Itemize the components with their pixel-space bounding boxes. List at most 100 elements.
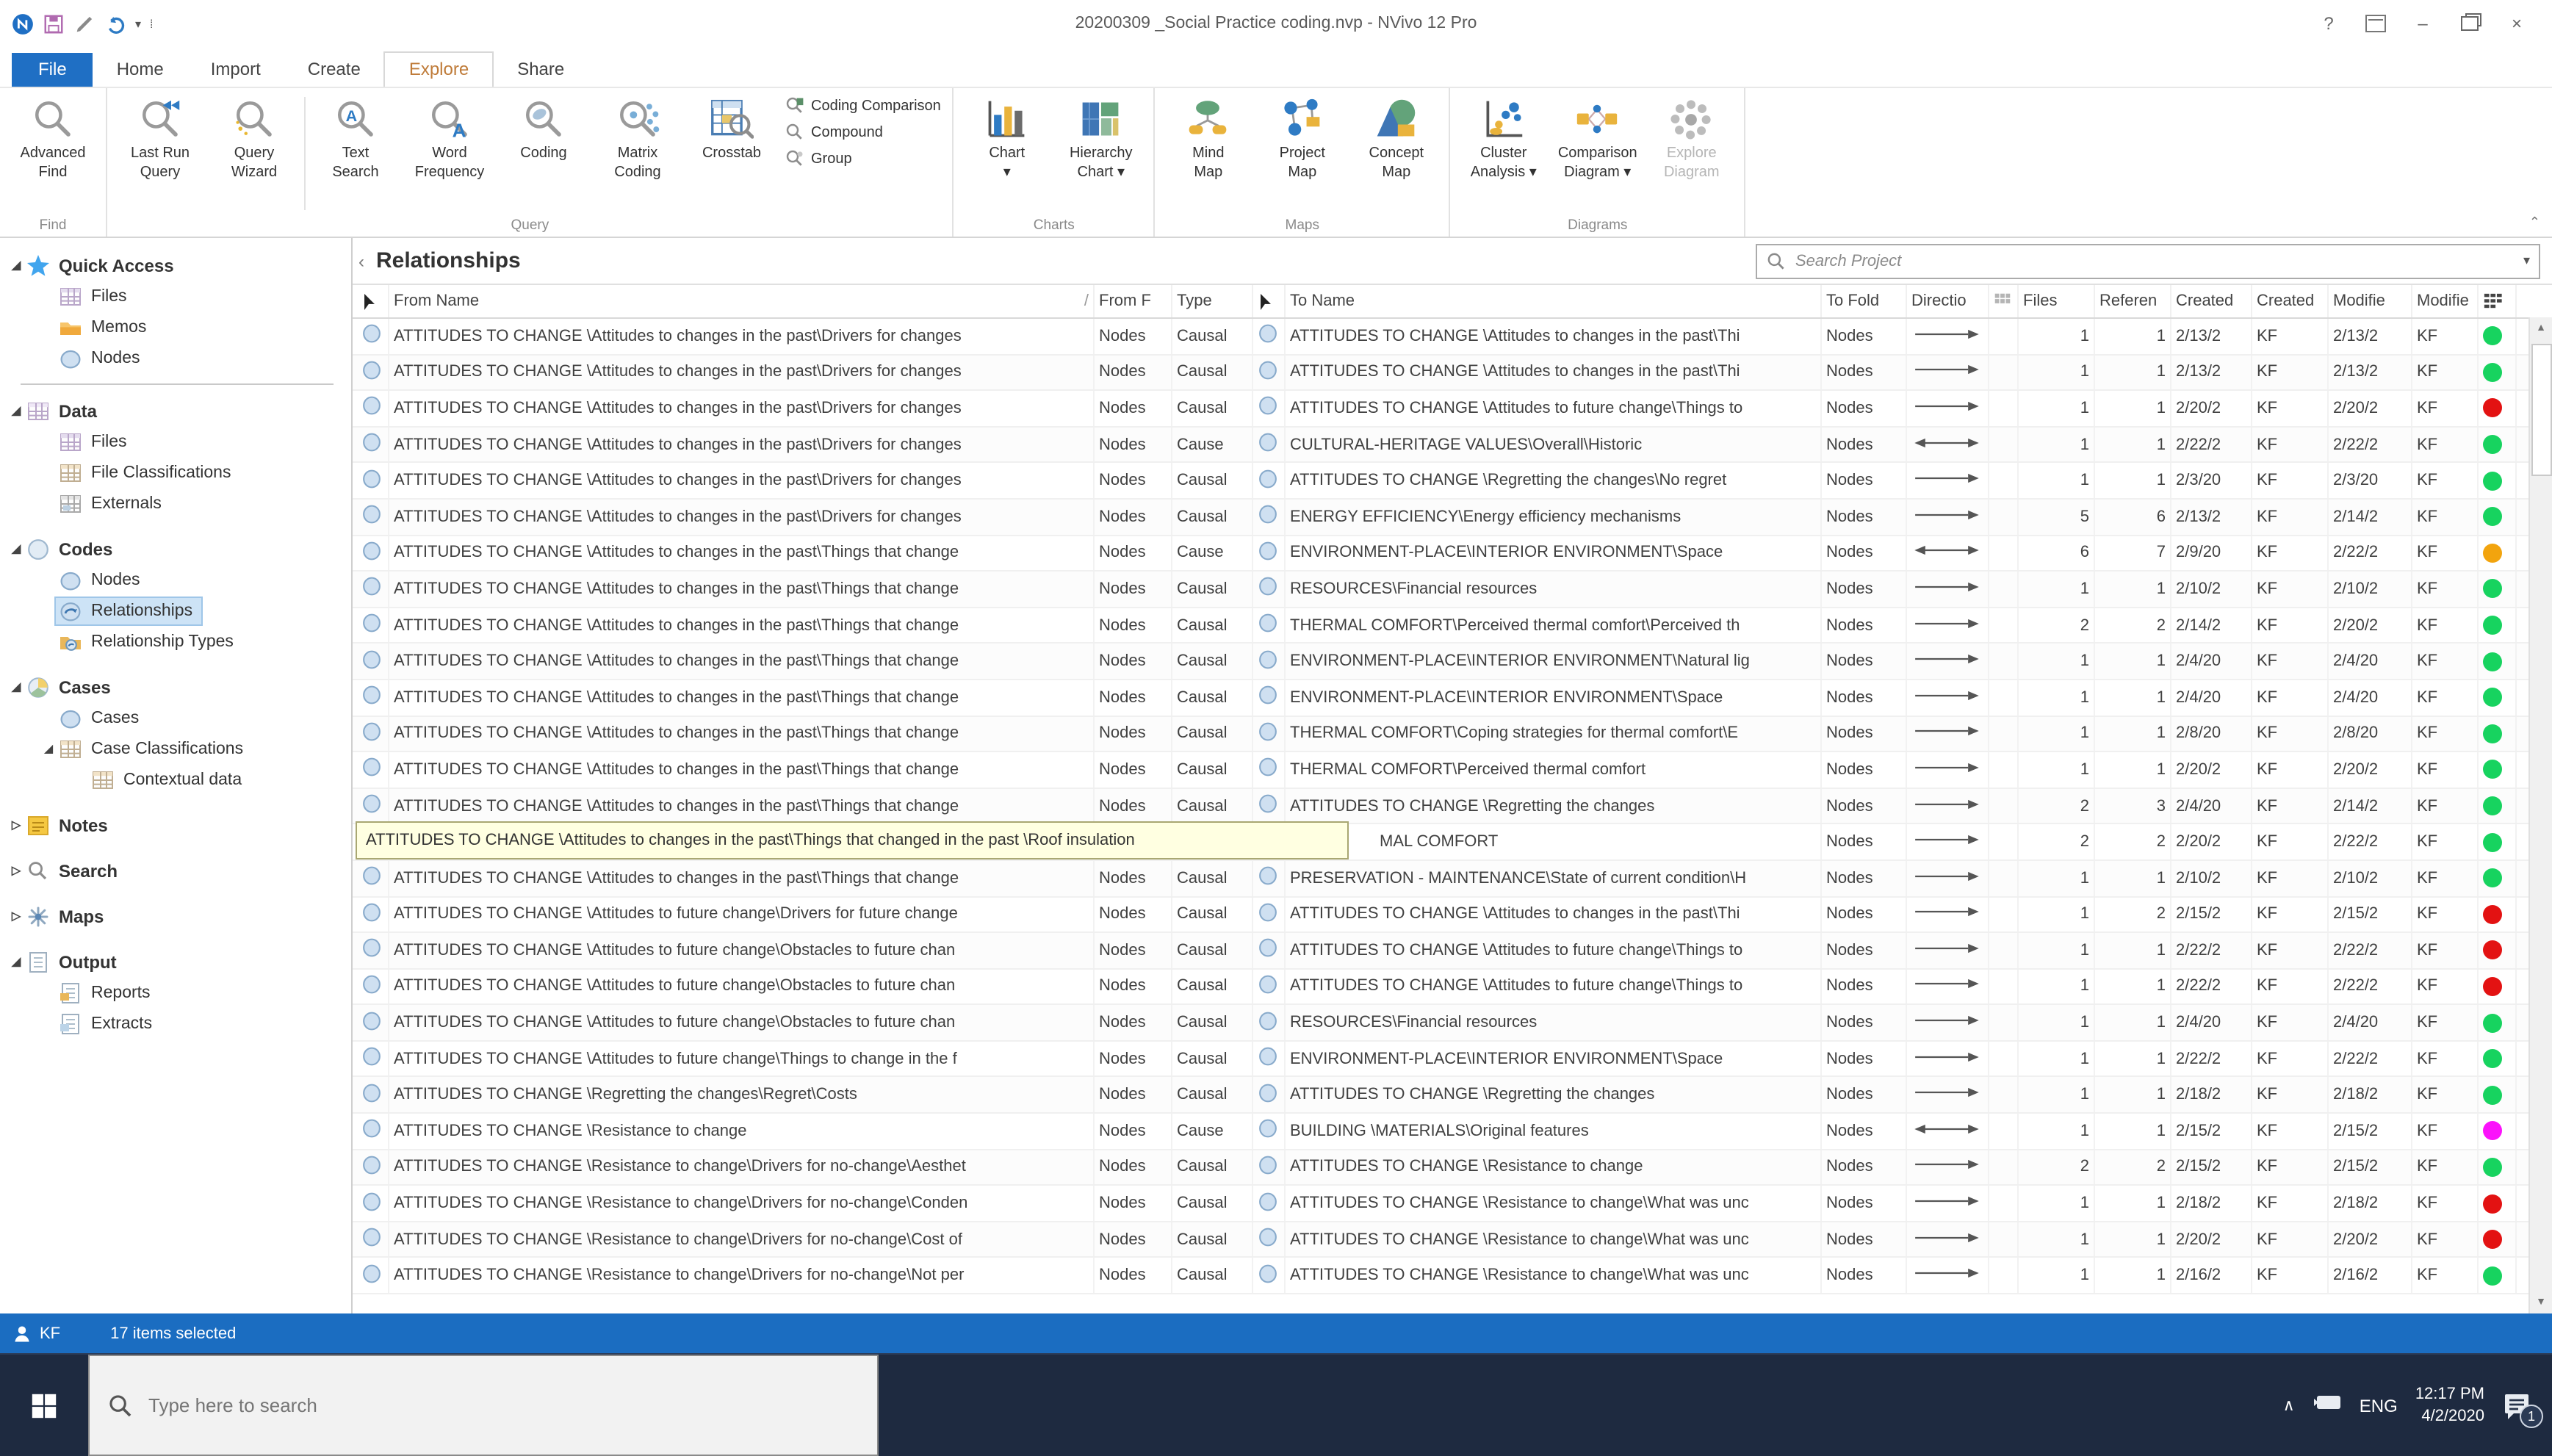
table-row[interactable]: ATTITUDES TO CHANGE \Attitudes to change… [353, 499, 2552, 536]
sidebar-item-search[interactable]: ▷ Search [0, 855, 351, 886]
customize-qat-icon[interactable]: ⁞ [150, 17, 153, 30]
taskbar-search-input[interactable] [145, 1393, 877, 1418]
sidebar-item-codes[interactable]: ◢ Codes [0, 533, 351, 564]
concept-map-button[interactable]: Concept Map [1349, 91, 1443, 216]
sidebar-item-externals[interactable]: Externals [0, 488, 351, 519]
column-header-to_folder[interactable]: To Fold [1822, 285, 1907, 317]
table-row[interactable]: ATTITUDES TO CHANGE \Attitudes to future… [353, 1041, 2552, 1078]
column-header-modified_by[interactable]: Modifie [2412, 285, 2479, 317]
tree-expanded-icon[interactable]: ◢ [9, 955, 24, 968]
matrix-coding-button[interactable]: Matrix Coding [591, 91, 685, 216]
table-row[interactable]: ATTITUDES TO CHANGE \Attitudes to change… [353, 716, 2552, 753]
advanced-find-button[interactable]: Advanced Find [6, 91, 100, 216]
chart-button[interactable]: Chart ▾ [960, 91, 1054, 216]
column-header-icon1[interactable] [357, 285, 389, 317]
search-dropdown-icon[interactable]: ▾ [2515, 253, 2539, 269]
tree-expanded-icon[interactable]: ◢ [41, 742, 56, 755]
column-header-modified_date[interactable]: Modifie [2329, 285, 2412, 317]
collapse-sidebar-button[interactable]: ‹ [358, 251, 373, 271]
help-button[interactable]: ? [2308, 9, 2349, 38]
table-row[interactable]: ATTITUDES TO CHANGE \Attitudes to future… [353, 933, 2552, 970]
compound-button[interactable]: Compound [785, 122, 941, 143]
crosstab-button[interactable]: Crosstab [685, 91, 779, 216]
tray-chevron-icon[interactable]: ∧ [2283, 1396, 2295, 1415]
group-button[interactable]: Group [785, 148, 941, 169]
sidebar-item-notes[interactable]: ▷ Notes [0, 810, 351, 840]
table-row[interactable]: ATTITUDES TO CHANGE \Attitudes to change… [353, 644, 2552, 680]
text-search-button[interactable]: A Text Search [309, 91, 403, 216]
start-button[interactable] [0, 1355, 88, 1456]
table-row[interactable]: ATTITUDES TO CHANGE \Attitudes to change… [353, 355, 2552, 392]
sidebar-item-cases[interactable]: ◢ Cases [0, 671, 351, 702]
table-row[interactable]: ATTITUDES TO CHANGE \Attitudes to future… [353, 1005, 2552, 1042]
ribbon-options-button[interactable] [2355, 9, 2396, 38]
sidebar-item-reports[interactable]: Reports [0, 977, 351, 1008]
coding-button[interactable]: Coding [497, 91, 591, 216]
column-header-references[interactable]: Referen [2095, 285, 2171, 317]
project-map-button[interactable]: Project Map [1255, 91, 1349, 216]
tab-create[interactable]: Create [284, 53, 384, 87]
query-wizard-button[interactable]: Query Wizard [207, 91, 301, 216]
restore-button[interactable] [2449, 9, 2490, 38]
table-row[interactable]: ATTITUDES TO CHANGE \Attitudes to change… [353, 680, 2552, 717]
word-frequency-button[interactable]: A Word Frequency [403, 91, 497, 216]
column-header-link[interactable] [1989, 285, 2019, 317]
table-row[interactable]: ATTITUDES TO CHANGE \Attitudes to future… [353, 969, 2552, 1006]
tree-collapsed-icon[interactable]: ▷ [9, 864, 24, 877]
language-indicator[interactable]: ENG [2360, 1395, 2398, 1416]
table-row[interactable]: ATTITUDES TO CHANGE \Attitudes to change… [353, 391, 2552, 428]
tab-import[interactable]: Import [187, 53, 284, 87]
table-row[interactable]: ATTITUDES TO CHANGE \Attitudes to change… [353, 752, 2552, 789]
sidebar-item-data[interactable]: ◢ Data [0, 395, 351, 426]
keyboard-icon[interactable] [2313, 1392, 2342, 1419]
table-row[interactable]: ATTITUDES TO CHANGE \Attitudes to change… [353, 788, 2552, 825]
scroll-down-icon[interactable]: ▼ [2530, 1291, 2552, 1313]
search-project-box[interactable]: ▾ [1756, 243, 2540, 278]
column-header-type[interactable]: Type [1172, 285, 1253, 317]
vertical-scrollbar[interactable]: ▲ ▼ [2528, 317, 2552, 1313]
sidebar-item-cases[interactable]: Cases [0, 702, 351, 733]
tab-home[interactable]: Home [93, 53, 187, 87]
tree-expanded-icon[interactable]: ◢ [9, 404, 24, 417]
hierarchy-chart-button[interactable]: Hierarchy Chart ▾ [1054, 91, 1148, 216]
column-header-from_folder[interactable]: From F [1095, 285, 1172, 317]
table-row[interactable]: ATTITUDES TO CHANGE \Regretting the chan… [353, 1077, 2552, 1114]
tab-share[interactable]: Share [494, 53, 588, 87]
save-button[interactable] [43, 12, 65, 35]
table-row[interactable]: ATTITUDES TO CHANGE \Resistance to chang… [353, 1222, 2552, 1258]
undo-button[interactable] [104, 12, 126, 35]
sidebar-item-files[interactable]: Files [0, 426, 351, 457]
clock[interactable]: 12:17 PM 4/2/2020 [2415, 1383, 2484, 1427]
table-row[interactable]: ATTITUDES TO CHANGE \Resistance to chang… [353, 1258, 2552, 1294]
last-run-query-button[interactable]: Last Run Query [113, 91, 207, 216]
tree-expanded-icon[interactable]: ◢ [9, 259, 24, 272]
sidebar-item-contextual-data[interactable]: Contextual data [0, 764, 351, 795]
table-row[interactable]: ATTITUDES TO CHANGE \Attitudes to future… [353, 897, 2552, 934]
notification-icon[interactable]: 1 [2502, 1389, 2543, 1427]
taskbar-search-box[interactable] [88, 1355, 879, 1456]
sidebar-item-output[interactable]: ◢ Output [0, 946, 351, 977]
cluster-analysis-button[interactable]: Cluster Analysis ▾ [1457, 91, 1551, 216]
table-row[interactable]: ATTITUDES TO CHANGE \Attitudes to change… [353, 608, 2552, 644]
sidebar-item-case-classifications[interactable]: ◢ Case Classifications [0, 733, 351, 764]
tree-expanded-icon[interactable]: ◢ [9, 542, 24, 555]
column-header-created_date[interactable]: Created [2171, 285, 2252, 317]
coding-comparison-button[interactable]: Coding Comparison [785, 95, 941, 116]
sidebar-item-relationships[interactable]: Relationships [0, 595, 351, 626]
tree-expanded-icon[interactable]: ◢ [9, 680, 24, 693]
table-row[interactable]: ATTITUDES TO CHANGE \Attitudes to change… [353, 536, 2552, 572]
minimize-button[interactable]: – [2402, 9, 2443, 38]
close-button[interactable]: × [2496, 9, 2537, 38]
table-row[interactable]: ATTITUDES TO CHANGE \Attitudes to change… [353, 572, 2552, 608]
tab-explore[interactable]: Explore [383, 51, 494, 87]
sidebar-item-maps[interactable]: ▷ Maps [0, 901, 351, 931]
sidebar-item-memos[interactable]: Memos [0, 311, 351, 342]
column-header-created_by[interactable]: Created [2252, 285, 2329, 317]
tree-collapsed-icon[interactable]: ▷ [9, 818, 24, 832]
table-row[interactable]: ATTITUDES TO CHANGE \Resistance to chang… [353, 1186, 2552, 1222]
table-row[interactable]: ATTITUDES TO CHANGE \Attitudes to change… [353, 463, 2552, 500]
sidebar-item-extracts[interactable]: Extracts [0, 1008, 351, 1039]
column-header-icon2[interactable] [1253, 285, 1286, 317]
pencil-icon[interactable] [73, 12, 95, 35]
table-row[interactable]: ATTITUDES TO CHANGE \Resistance to chang… [353, 1114, 2552, 1150]
